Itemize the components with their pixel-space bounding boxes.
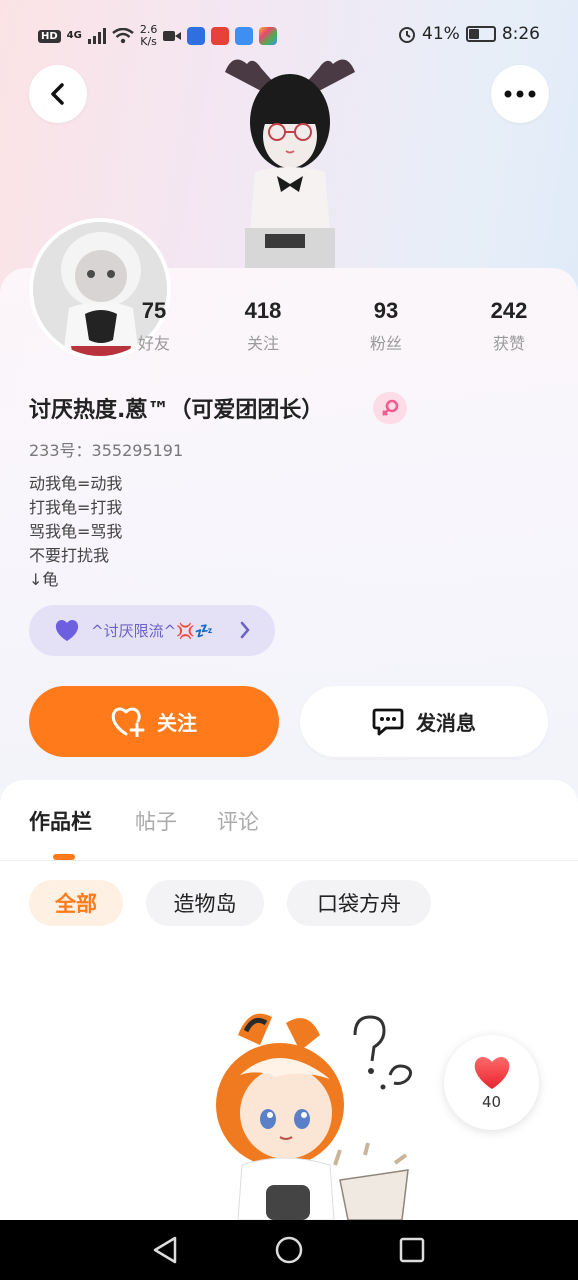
stat-following[interactable]: 418 关注 bbox=[213, 298, 313, 354]
send-message-label: 发消息 bbox=[416, 711, 476, 735]
stat-followers-label: 粉丝 bbox=[369, 334, 402, 353]
floating-like-button[interactable]: 40 bbox=[444, 1035, 539, 1130]
user-bio: 动我龟=动我 打我龟=打我 骂我龟=骂我 不要打扰我 ↓龟 bbox=[29, 472, 122, 592]
send-message-button[interactable]: 发消息 bbox=[300, 686, 548, 757]
filter-chip-all[interactable]: 全部 bbox=[29, 880, 123, 926]
profile-character-image bbox=[225, 59, 355, 268]
tab-posts[interactable]: 帖子 bbox=[135, 806, 177, 836]
tab-divider bbox=[0, 860, 578, 861]
tab-works[interactable]: 作品栏 bbox=[29, 806, 92, 836]
bio-line: 不要打扰我 bbox=[29, 546, 110, 565]
app-notification-icon bbox=[235, 27, 254, 45]
app-notification-icon bbox=[211, 27, 230, 45]
gender-female-badge bbox=[373, 392, 407, 424]
stat-friends[interactable]: 75 好友 bbox=[104, 298, 204, 354]
back-button[interactable] bbox=[29, 65, 87, 123]
filter-chip-pocket-ark[interactable]: 口袋方舟 bbox=[287, 880, 431, 926]
network-type: 4G bbox=[66, 30, 82, 41]
heart-add-icon bbox=[111, 707, 145, 737]
bio-line: 骂我龟=骂我 bbox=[29, 522, 123, 541]
clock: 8:26 bbox=[501, 24, 540, 44]
battery-icon bbox=[465, 26, 496, 42]
more-options-button[interactable] bbox=[491, 65, 549, 123]
video-camera-icon bbox=[163, 31, 182, 41]
stat-following-count: 418 bbox=[244, 298, 282, 323]
nav-back-icon[interactable] bbox=[151, 1235, 181, 1265]
stat-friends-label: 好友 bbox=[137, 334, 170, 353]
stat-following-label: 关注 bbox=[246, 334, 279, 353]
bio-line: ↓龟 bbox=[29, 570, 59, 589]
group-tag-label: ^讨厌限流^💢💤 bbox=[91, 622, 214, 640]
stat-likes-label: 获赞 bbox=[492, 334, 525, 353]
stat-likes-count: 242 bbox=[490, 298, 528, 323]
bio-line: 打我龟=打我 bbox=[29, 498, 123, 517]
follow-button-label: 关注 bbox=[157, 711, 197, 735]
network-speed: 2.6 K/s bbox=[139, 23, 158, 48]
more-dots-icon bbox=[504, 90, 536, 98]
system-navigation-bar bbox=[0, 1220, 578, 1280]
female-symbol-icon bbox=[382, 399, 399, 416]
wifi-icon bbox=[112, 28, 134, 44]
filter-chip-creation-island[interactable]: 造物岛 bbox=[146, 880, 264, 926]
stat-followers-count: 93 bbox=[373, 298, 399, 323]
hd-badge: HD bbox=[38, 29, 61, 43]
heart-icon bbox=[474, 1056, 509, 1089]
empty-state-illustration bbox=[216, 1013, 413, 1220]
stat-followers[interactable]: 93 粉丝 bbox=[336, 298, 436, 354]
like-count: 40 bbox=[481, 1092, 502, 1111]
chat-bubble-icon bbox=[372, 708, 404, 735]
alarm-icon bbox=[399, 27, 416, 43]
group-tag-pill[interactable]: ^讨厌限流^💢💤 bbox=[29, 605, 275, 656]
nav-recents-icon[interactable] bbox=[397, 1235, 427, 1265]
bio-line: 动我龟=动我 bbox=[29, 474, 123, 493]
chevron-left-icon bbox=[51, 83, 64, 105]
stat-likes[interactable]: 242 获赞 bbox=[459, 298, 559, 354]
nav-home-icon[interactable] bbox=[274, 1235, 304, 1265]
user-nickname: 讨厌热度.蒽™（可爱团团长） bbox=[29, 398, 324, 423]
app-notification-icon bbox=[187, 27, 206, 45]
user-id: 233号：355295191 bbox=[29, 441, 184, 460]
heart-icon bbox=[55, 619, 79, 641]
battery-percent: 41% bbox=[422, 24, 460, 44]
app-notification-icon bbox=[259, 27, 278, 45]
stat-friends-count: 75 bbox=[141, 298, 167, 323]
signal-icon bbox=[87, 28, 106, 44]
follow-button[interactable]: 关注 bbox=[29, 686, 279, 757]
tab-comments[interactable]: 评论 bbox=[217, 806, 259, 836]
chevron-right-icon bbox=[240, 621, 250, 639]
